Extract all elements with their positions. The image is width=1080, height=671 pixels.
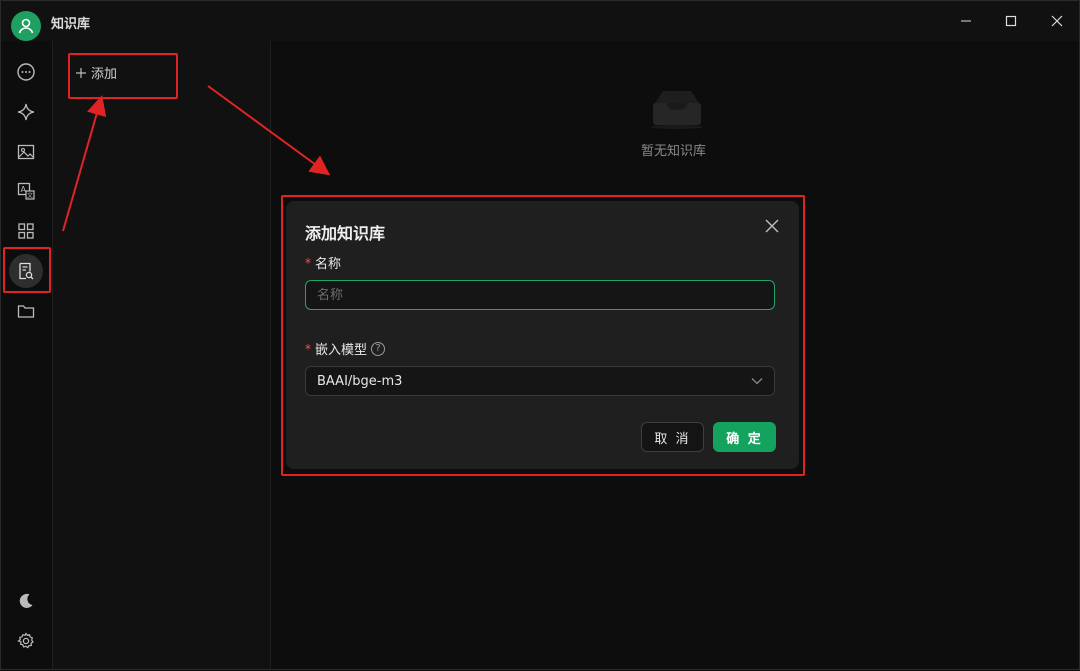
minimize-button[interactable] xyxy=(953,9,979,33)
annotation-box-sidebar xyxy=(3,247,51,293)
translate-icon: A 文 xyxy=(17,182,35,200)
grid-icon xyxy=(18,223,34,239)
avatar[interactable] xyxy=(11,11,41,41)
knowledge-list-panel: 添加 xyxy=(53,41,271,669)
chat-bubble-icon xyxy=(17,63,35,81)
sidebar-item-agents[interactable] xyxy=(9,95,43,129)
sidebar: A 文 xyxy=(1,41,53,669)
maximize-icon xyxy=(1005,15,1017,27)
sidebar-item-apps[interactable] xyxy=(9,214,43,248)
empty-state-text: 暂无知识库 xyxy=(641,144,707,159)
sidebar-item-files[interactable] xyxy=(9,294,43,328)
title-bar: 知识库 xyxy=(1,1,1079,41)
user-icon xyxy=(18,18,34,34)
app-title: 知识库 xyxy=(51,17,91,32)
svg-text:文: 文 xyxy=(27,192,33,200)
gear-icon xyxy=(17,632,34,649)
app-window: 知识库 A 文 添加 暂无知识库 添加知识库 * 名称 名称 * 嵌入模型 ? … xyxy=(0,0,1080,670)
folder-icon xyxy=(17,305,35,318)
sidebar-item-translate[interactable]: A 文 xyxy=(9,174,43,208)
maximize-button[interactable] xyxy=(998,9,1024,33)
moon-icon xyxy=(19,593,33,608)
annotation-box-add xyxy=(68,53,178,99)
image-icon xyxy=(17,144,35,160)
annotation-box-dialog xyxy=(281,195,805,476)
sidebar-item-paintings[interactable] xyxy=(9,135,43,169)
close-window-button[interactable] xyxy=(1044,9,1070,33)
sidebar-item-chat[interactable] xyxy=(9,55,43,89)
empty-inbox-icon xyxy=(651,91,703,129)
minimize-icon xyxy=(961,20,971,22)
theme-toggle[interactable] xyxy=(9,584,43,618)
sparkle-icon xyxy=(17,103,35,121)
close-icon xyxy=(1051,15,1063,27)
settings-button[interactable] xyxy=(9,624,43,658)
